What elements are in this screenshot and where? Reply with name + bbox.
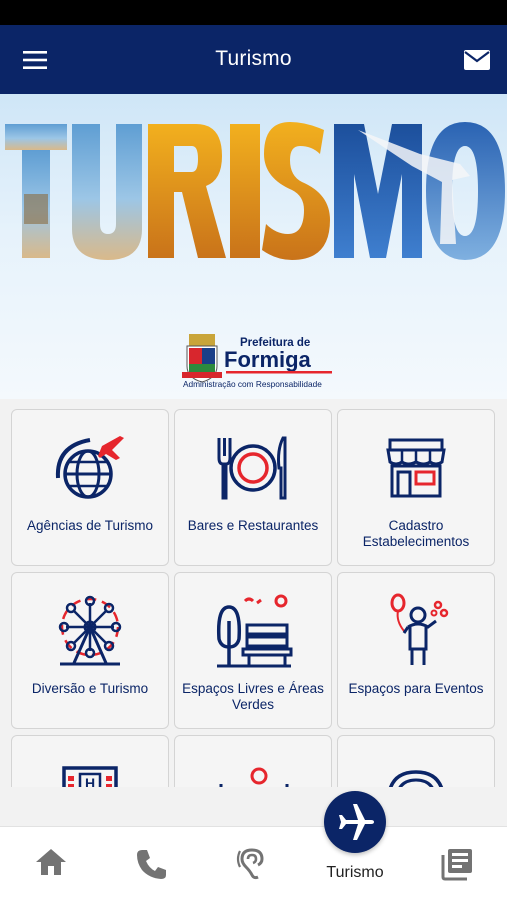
category-label: Espaços para Eventos	[348, 681, 484, 696]
category-label: Espaços Livres e Áreas Verdes	[182, 681, 324, 712]
nav-news[interactable]	[406, 827, 507, 901]
headline-letter-i	[230, 124, 260, 258]
balloon-person-icon	[390, 593, 449, 665]
category-tile-location[interactable]	[174, 735, 332, 787]
category-label: Bares e Restaurantes	[187, 518, 319, 533]
status-bar	[0, 0, 507, 25]
car-service-icon	[389, 770, 443, 787]
home-icon	[35, 849, 66, 875]
headline-letter-t	[5, 124, 67, 258]
tourism-banner: Prefeitura de Formiga Administração com …	[0, 94, 507, 399]
svg-text:H: H	[85, 775, 95, 787]
nav-turismo-label: Turismo	[326, 864, 384, 881]
category-tile-espacos-livres[interactable]: Espaços Livres e Áreas Verdes	[174, 572, 332, 729]
category-tile-diversao-e-turismo[interactable]: Diversão e Turismo	[11, 572, 169, 729]
mail-icon[interactable]	[462, 47, 492, 73]
org-underline	[226, 371, 332, 374]
nav-spacer	[0, 787, 507, 827]
airplane-icon	[339, 804, 374, 840]
headline-letter-o	[426, 122, 505, 260]
category-tile-hotel[interactable]: H	[11, 735, 169, 787]
category-tile-cadastro-estabelecimentos[interactable]: Cadastro Estabelecimentos	[337, 409, 495, 566]
headline-letter-u	[72, 124, 142, 260]
globe-plane-icon	[55, 436, 124, 499]
city-coat-of-arms	[182, 334, 222, 383]
nav-home[interactable]	[0, 827, 101, 901]
plate-cutlery-icon	[217, 436, 287, 500]
headline-letter-m	[334, 124, 422, 258]
nav-hearing[interactable]	[202, 827, 303, 901]
category-tile-car-service[interactable]	[337, 735, 495, 787]
location-fence-icon	[219, 767, 289, 787]
category-label: Agências de Turismo	[26, 518, 154, 533]
app-bar: Turismo	[0, 25, 507, 94]
hearing-icon	[236, 848, 264, 880]
bottom-navigation	[0, 826, 507, 900]
hotel-icon: H	[62, 766, 118, 787]
org-name: Formiga	[224, 347, 312, 372]
page-title: Turismo	[215, 47, 292, 70]
phone-icon	[136, 850, 166, 879]
category-tile-espacos-para-eventos[interactable]: Espaços para Eventos	[337, 572, 495, 729]
category-tile-bares-e-restaurantes[interactable]: Bares e Restaurantes	[174, 409, 332, 566]
category-grid: Agências de Turismo Bares e Restaurantes	[0, 399, 507, 787]
park-bench-icon	[216, 594, 293, 668]
category-label: Diversão e Turismo	[31, 681, 149, 696]
headline-letter-s	[262, 122, 330, 260]
nav-turismo[interactable]	[324, 791, 386, 853]
nav-phone[interactable]	[101, 827, 202, 901]
category-tile-agencias-de-turismo[interactable]: Agências de Turismo	[11, 409, 169, 566]
headline-letter-r	[148, 124, 226, 258]
storefront-icon	[386, 438, 446, 498]
org-tagline: Administração com Responsabilidade	[183, 379, 322, 389]
news-icon	[441, 849, 472, 881]
ferris-wheel-icon	[58, 595, 122, 666]
category-label: Cadastro Estabelecimentos	[362, 518, 470, 549]
